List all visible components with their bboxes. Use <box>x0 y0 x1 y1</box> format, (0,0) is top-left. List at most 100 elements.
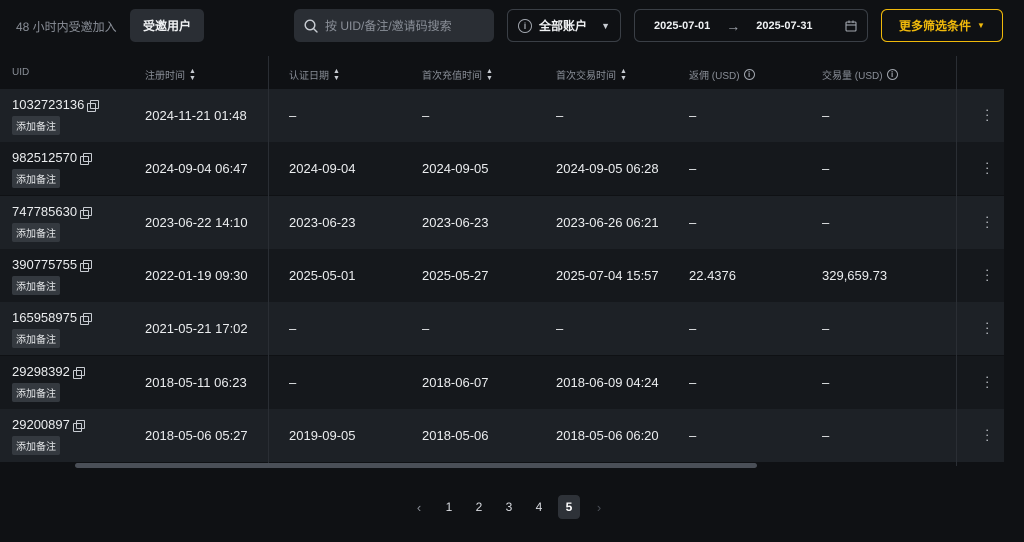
calendar-icon[interactable] <box>845 20 857 32</box>
cell-first-trade: 2025-07-04 15:57 <box>556 268 659 283</box>
add-note-button[interactable]: 添加备注 <box>12 276 60 295</box>
table-header: UID 注册时间 ▲ ▼ 认证日期 ▲ ▼ 首次充值时间 ▲ ▼ 首次交易时间 ▲ ▼ … <box>0 56 1004 89</box>
cell-first-deposit: – <box>422 321 430 336</box>
more-filters-button[interactable]: 更多筛选条件 ▼ <box>881 9 1003 42</box>
page-1-button[interactable]: 1 <box>438 495 460 519</box>
cell-first-trade: – <box>556 321 564 336</box>
cell-rebate: 22.4376 <box>689 268 736 283</box>
sort-icon[interactable]: ▲ ▼ <box>189 68 196 82</box>
chevron-left-icon[interactable]: ‹ <box>408 495 430 519</box>
cell-first-deposit: 2018-05-06 <box>422 428 489 443</box>
header-kyc-date[interactable]: 认证日期 ▲ ▼ <box>289 67 340 83</box>
table-row: 982512570 添加备注 2024-09-04 06:47 2024-09-04 2… <box>0 142 1004 195</box>
table-row: 747785630 添加备注 2023-06-22 14:10 2023-06-23 2… <box>0 196 1004 249</box>
sort-icon[interactable]: ▲ ▼ <box>486 68 493 82</box>
toolbar: 48 小时内受邀加入 受邀用户 i 全部账户 ▼ 2025-07-01 → 20… <box>0 0 1024 52</box>
table-row: 390775755 添加备注 2022-01-19 09:30 2025-05-01 2… <box>0 249 1004 302</box>
header-volume: 交易量 (USD) i <box>822 67 898 82</box>
info-icon[interactable]: i <box>886 69 898 80</box>
account-select[interactable]: i 全部账户 ▼ <box>507 9 621 42</box>
add-note-button[interactable]: 添加备注 <box>12 169 60 188</box>
cell-uid: 29298392 添加备注 <box>12 364 85 402</box>
cell-rebate: – <box>689 215 697 230</box>
add-note-button[interactable]: 添加备注 <box>12 223 60 242</box>
column-divider <box>956 56 957 466</box>
search-box[interactable] <box>294 9 494 42</box>
header-reg-time[interactable]: 注册时间 ▲ ▼ <box>145 67 196 83</box>
more-actions-icon[interactable]: · · · <box>985 210 989 233</box>
cell-first-deposit: – <box>422 108 430 123</box>
search-input[interactable] <box>325 18 485 33</box>
horizontal-scrollbar[interactable] <box>75 463 757 468</box>
header-first-trade-label: 首次交易时间 <box>556 71 616 82</box>
more-actions-icon[interactable]: · · · <box>985 103 989 126</box>
page-3-button[interactable]: 3 <box>498 495 520 519</box>
uid-value: 747785630 <box>12 204 78 219</box>
cell-volume: – <box>822 215 830 230</box>
pagination: ‹ 1 2 3 4 5 › <box>408 495 618 519</box>
cell-reg-time: 2021-05-21 17:02 <box>145 321 248 336</box>
arrow-right-icon: → <box>726 17 741 34</box>
add-note-button[interactable]: 添加备注 <box>12 383 60 402</box>
add-note-button[interactable]: 添加备注 <box>12 116 60 135</box>
tab-invited-users[interactable]: 受邀用户 <box>130 9 204 42</box>
sort-icon[interactable]: ▲ ▼ <box>620 68 627 82</box>
cell-rebate: – <box>689 375 697 390</box>
date-end[interactable]: 2025-07-31 <box>756 20 812 32</box>
cell-kyc-date: 2025-05-01 <box>289 268 356 283</box>
more-actions-icon[interactable]: · · · <box>985 156 989 179</box>
info-icon: i <box>518 18 532 33</box>
date-start[interactable]: 2025-07-01 <box>654 20 710 32</box>
cell-volume: – <box>822 108 830 123</box>
cell-first-deposit: 2018-06-07 <box>422 375 489 390</box>
cell-kyc-date: – <box>289 321 297 336</box>
add-note-button[interactable]: 添加备注 <box>12 436 60 455</box>
cell-kyc-date: 2019-09-05 <box>289 428 356 443</box>
caret-down-icon: ▼ <box>977 21 985 30</box>
cell-volume: 329,659.73 <box>822 268 888 283</box>
cell-uid: 165958975 添加备注 <box>12 310 93 348</box>
page-4-button[interactable]: 4 <box>528 495 550 519</box>
table-row: 29298392 添加备注 2018-05-11 06:23 – 2018-06-07 2… <box>0 356 1004 409</box>
copy-icon[interactable] <box>87 99 100 112</box>
uid-value: 390775755 <box>12 257 78 272</box>
copy-icon[interactable] <box>72 419 85 432</box>
header-first-deposit[interactable]: 首次充值时间 ▲ ▼ <box>422 67 493 83</box>
header-volume-label: 交易量 (USD) <box>822 71 883 82</box>
sort-icon[interactable]: ▲ ▼ <box>333 68 340 82</box>
more-actions-icon[interactable]: · · · <box>985 316 989 339</box>
uid-value: 982512570 <box>12 150 78 165</box>
page-5-button[interactable]: 5 <box>558 495 580 519</box>
copy-icon[interactable] <box>72 366 85 379</box>
cell-kyc-date: 2023-06-23 <box>289 215 356 230</box>
cell-reg-time: 2022-01-19 09:30 <box>145 268 248 283</box>
search-icon <box>304 18 318 33</box>
cell-first-trade: 2018-05-06 06:20 <box>556 428 659 443</box>
copy-icon[interactable] <box>80 312 93 325</box>
cell-first-deposit: 2024-09-05 <box>422 161 489 176</box>
header-first-trade[interactable]: 首次交易时间 ▲ ▼ <box>556 67 627 83</box>
caret-down-icon: ▼ <box>601 20 610 31</box>
header-kyc-date-label: 认证日期 <box>289 71 329 82</box>
more-filters-label: 更多筛选条件 <box>899 19 972 33</box>
chevron-right-icon[interactable]: › <box>588 495 610 519</box>
copy-icon[interactable] <box>80 259 93 272</box>
tab-recent-invites[interactable]: 48 小时内受邀加入 <box>16 18 117 35</box>
cell-uid: 29200897 添加备注 <box>12 417 85 455</box>
page-2-button[interactable]: 2 <box>468 495 490 519</box>
more-actions-icon[interactable]: · · · <box>985 370 989 393</box>
cell-uid: 1032723136 添加备注 <box>12 97 100 135</box>
date-range-picker[interactable]: 2025-07-01 → 2025-07-31 <box>634 9 868 42</box>
copy-icon[interactable] <box>80 152 93 165</box>
cell-first-trade: 2023-06-26 06:21 <box>556 215 659 230</box>
cell-uid: 747785630 添加备注 <box>12 204 93 242</box>
cell-kyc-date: – <box>289 375 297 390</box>
more-actions-icon[interactable]: · · · <box>985 263 989 286</box>
cell-volume: – <box>822 161 830 176</box>
copy-icon[interactable] <box>80 206 93 219</box>
add-note-button[interactable]: 添加备注 <box>12 329 60 348</box>
cell-rebate: – <box>689 108 697 123</box>
cell-uid: 982512570 添加备注 <box>12 150 93 188</box>
more-actions-icon[interactable]: · · · <box>985 423 989 446</box>
info-icon[interactable]: i <box>743 69 755 80</box>
